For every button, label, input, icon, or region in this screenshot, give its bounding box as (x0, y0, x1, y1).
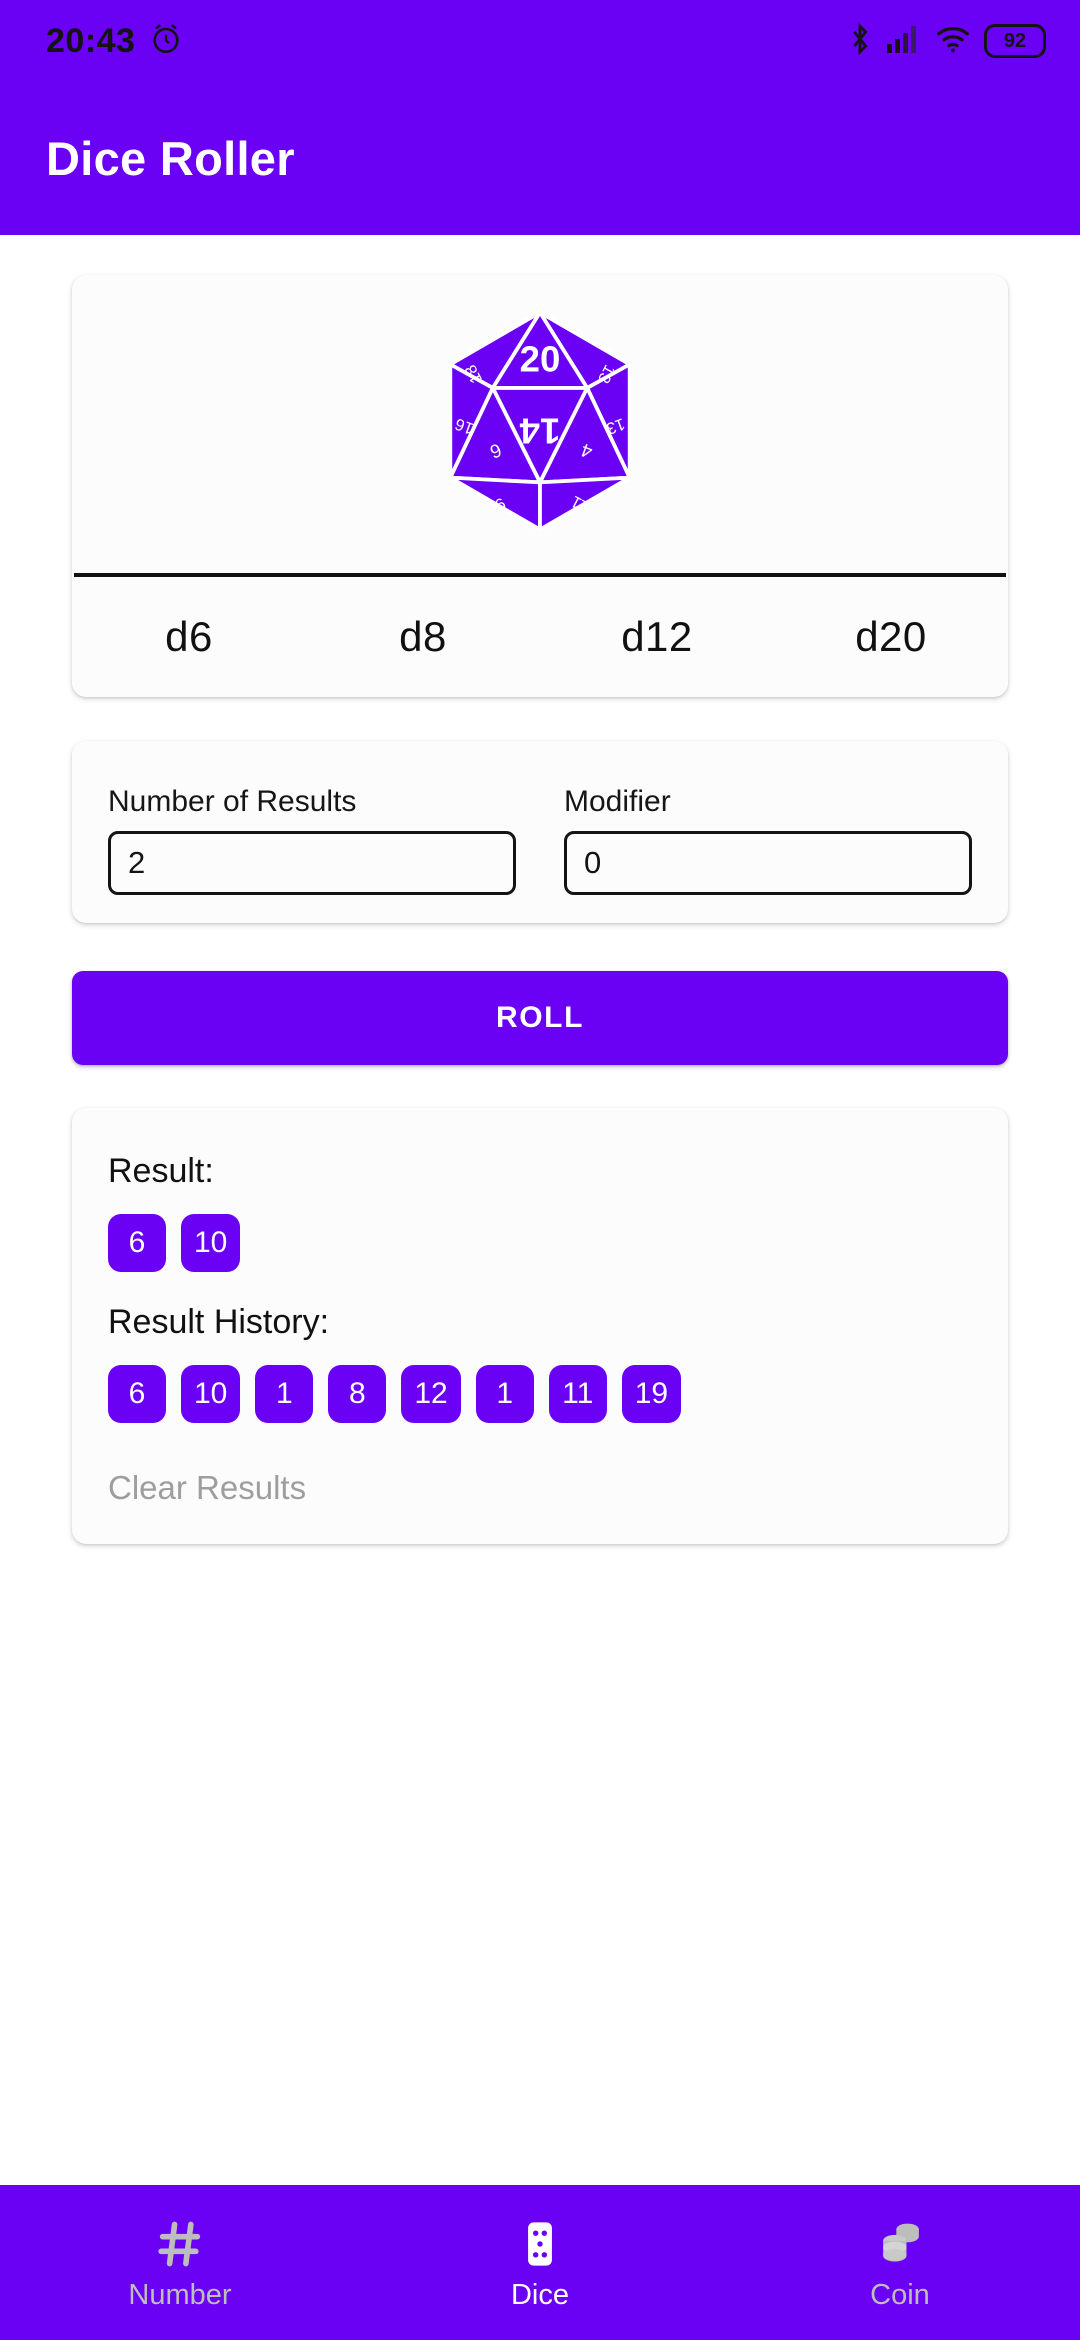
status-bar-left: 20:43 (46, 22, 183, 61)
dice-preview: 20 14 18 13 16 13 6 4 9 11 (72, 275, 1008, 573)
wifi-icon (935, 24, 971, 59)
app-bar: Dice Roller (0, 82, 1080, 235)
clear-results-button[interactable]: Clear Results (108, 1471, 306, 1504)
nav-label-dice: Dice (510, 2278, 569, 2311)
history-chip: 1 (475, 1365, 534, 1423)
dice-type-selector: d6 d8 d12 d20 (72, 577, 1008, 697)
main-content: 20 14 18 13 16 13 6 4 9 11 d6 d8 d12 d20… (0, 235, 1080, 2185)
result-chip-row: 6 10 (108, 1214, 972, 1272)
nav-label-number: Number (128, 2278, 232, 2311)
dice-type-d20[interactable]: d20 (774, 613, 1008, 661)
dice-type-d12[interactable]: d12 (540, 613, 774, 661)
roll-button[interactable]: ROLL (72, 971, 1008, 1065)
modifier-input[interactable] (564, 831, 972, 895)
hash-icon (154, 2216, 206, 2272)
result-history-label: Result History: (108, 1303, 330, 1341)
roll-options-card: Number of Results Modifier (72, 741, 1008, 923)
nav-label-coin: Coin (870, 2278, 930, 2311)
history-chip: 8 (328, 1365, 387, 1423)
history-chip: 1 (255, 1365, 314, 1423)
number-of-results-label: Number of Results (108, 785, 357, 818)
nav-item-dice[interactable]: Dice (360, 2216, 720, 2310)
result-chip: 10 (181, 1214, 241, 1272)
nav-item-number[interactable]: Number (0, 2216, 360, 2310)
number-of-results-input[interactable] (108, 831, 516, 895)
nav-item-coin[interactable]: Coin (720, 2216, 1080, 2310)
app-screen: 20:43 92 Dice Roller 20 14 18 13 16 13 6… (0, 0, 1080, 2340)
number-of-results-field: Number of Results (108, 787, 516, 895)
dice-type-d8[interactable]: d8 (306, 613, 540, 661)
modifier-field: Modifier (564, 787, 972, 895)
history-chip: 19 (621, 1365, 682, 1423)
status-bar: 20:43 92 (0, 0, 1080, 82)
modifier-label: Modifier (564, 785, 671, 818)
status-clock: 20:43 (46, 21, 136, 60)
result-chip: 6 (108, 1214, 166, 1272)
d20-dice-icon: 20 14 18 13 16 13 6 4 9 11 (448, 310, 632, 532)
bluetooth-icon (847, 22, 873, 61)
battery-icon: 92 (984, 24, 1046, 58)
alarm-icon (149, 22, 183, 61)
history-chip: 12 (401, 1365, 461, 1423)
coin-stack-icon (874, 2216, 926, 2272)
result-history-chip-row: 6 10 1 8 12 1 11 19 (108, 1365, 972, 1423)
dice-type-d6[interactable]: d6 (72, 613, 306, 661)
bottom-navigation-bar: Number Dice Coin (0, 2185, 1080, 2340)
svg-text:20: 20 (520, 338, 561, 379)
results-card: Result: 6 10 Result History: 6 10 1 8 12 1 11 19… (72, 1108, 1008, 1544)
page-title: Dice Roller (46, 132, 295, 185)
history-chip: 6 (108, 1365, 166, 1423)
battery-level-label: 92 (1003, 30, 1027, 52)
result-label: Result: (108, 1152, 214, 1190)
svg-text:14: 14 (519, 411, 560, 452)
dice-selector-card: 20 14 18 13 16 13 6 4 9 11 d6 d8 d12 d20 (72, 275, 1008, 697)
history-chip: 10 (181, 1365, 241, 1423)
status-bar-right: 92 (847, 22, 1046, 61)
cellular-signal-icon (886, 24, 922, 59)
dice-icon (514, 2216, 566, 2272)
history-chip: 11 (548, 1365, 607, 1423)
